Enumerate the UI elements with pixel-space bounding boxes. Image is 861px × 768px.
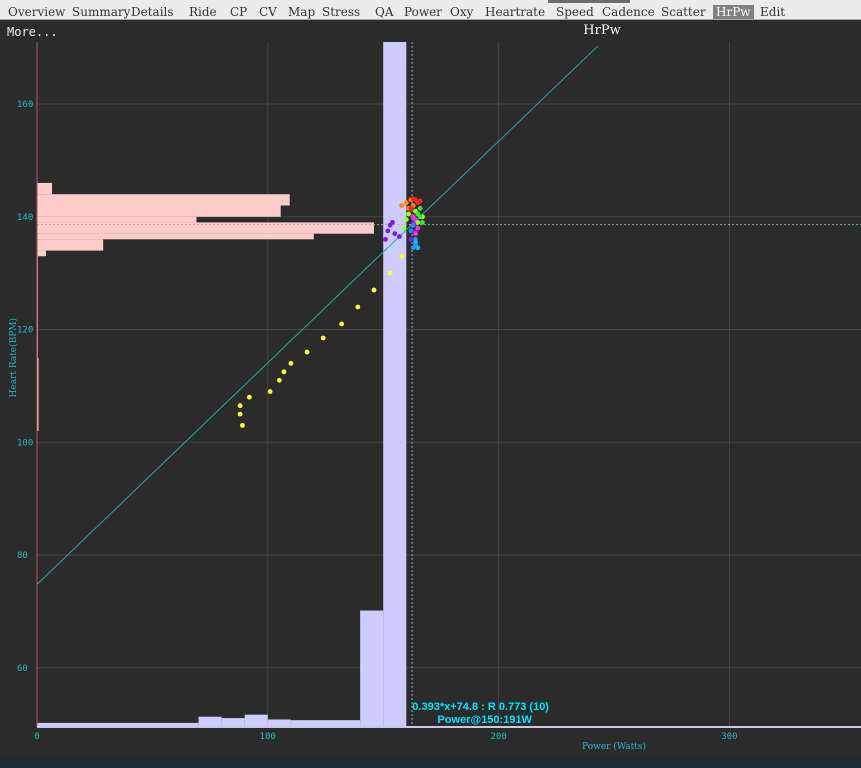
scatter-point: [396, 234, 402, 239]
scatter-point: [240, 422, 245, 428]
tab-power[interactable]: Power: [404, 5, 442, 19]
scatter-point: [399, 253, 405, 259]
power-histogram-bar: [267, 719, 291, 727]
scatter-point: [355, 304, 361, 310]
scatter-point: [276, 377, 282, 383]
scatter-point: [385, 228, 391, 234]
scatter-point: [237, 403, 243, 409]
scatter-point: [304, 349, 310, 355]
power-histogram-bar: [221, 718, 245, 727]
hr-histogram-bar: [37, 250, 47, 257]
tab-speed[interactable]: Speed: [556, 5, 594, 19]
scatter-point: [383, 236, 388, 242]
scatter-point: [413, 231, 418, 237]
scatter-point: [410, 214, 416, 220]
scatter-point: [406, 211, 412, 217]
x-tick-label: 0: [34, 732, 39, 742]
scatter-point: [417, 198, 423, 204]
hr-histogram-bar: [37, 205, 281, 217]
y-tick-label: 60: [17, 664, 28, 674]
tab-oxy[interactable]: Oxy: [450, 5, 473, 19]
power-annotation: Power@150:191W: [437, 714, 532, 726]
power-histogram-bar: [198, 716, 222, 727]
scatter-point: [390, 220, 395, 225]
scatter-point: [415, 225, 421, 231]
scatter-point: [408, 236, 414, 242]
x-tick-label: 100: [260, 732, 276, 742]
scatter-point: [399, 203, 405, 208]
plot-background: [0, 20, 861, 768]
scatter-point: [410, 222, 416, 228]
scatter-point: [246, 394, 252, 400]
scatter-point: [387, 270, 393, 276]
tab-details[interactable]: Details: [131, 5, 174, 19]
tab-qa[interactable]: QA: [375, 5, 394, 19]
tab-overview[interactable]: Overview: [8, 5, 65, 19]
scatter-point: [392, 231, 398, 237]
scatter-point: [417, 205, 423, 211]
y-tick-label: 160: [17, 100, 33, 110]
scatter-point: [371, 287, 377, 293]
tab-bar-accent: [548, 0, 630, 3]
scatter-point: [401, 225, 407, 231]
scatter-point: [320, 335, 326, 341]
scatter-point: [415, 245, 421, 251]
tab-cp[interactable]: CP: [230, 5, 247, 19]
y-tick-label: 80: [17, 551, 28, 561]
y-tick-label: 120: [17, 326, 33, 336]
tab-heartrate[interactable]: Heartrate: [485, 5, 545, 19]
hr-histogram-bar: [37, 216, 197, 223]
tab-cadence[interactable]: Cadence: [602, 5, 655, 19]
x-axis-label: Power (Watts): [582, 741, 646, 752]
y-tick-label: 100: [17, 438, 33, 448]
scatter-point: [415, 220, 421, 225]
scatter-point: [410, 196, 416, 202]
scatter-point: [339, 321, 345, 327]
regression-label: 0.393*x+74.8 : R 0.773 (10): [412, 701, 549, 713]
x-tick-label: 200: [490, 732, 506, 742]
tab-cv[interactable]: CV: [259, 5, 277, 19]
y-axis-label: Heart Rate(BPM): [8, 318, 19, 398]
power-histogram-bar: [383, 42, 407, 727]
tab-scatter[interactable]: Scatter: [661, 5, 706, 19]
scatter-point: [415, 211, 421, 217]
tab-edit[interactable]: Edit: [760, 5, 785, 19]
hr-histogram-bar: [37, 194, 290, 206]
tab-summary[interactable]: Summary: [72, 5, 130, 19]
power-histogram-bar: [360, 610, 384, 727]
scatter-point: [267, 389, 273, 394]
scatter-point: [403, 200, 409, 206]
scatter-point: [403, 217, 409, 222]
more-menu-button[interactable]: More...: [7, 25, 58, 39]
tab-bar: Overview Summary Details Ride CP CV Map …: [0, 0, 861, 20]
x-tick-label: 300: [721, 732, 737, 742]
hr-histogram-bar: [37, 182, 53, 195]
tab-ride[interactable]: Ride: [189, 5, 217, 19]
taskbar-strip: [0, 758, 861, 768]
tab-map[interactable]: Map: [288, 5, 315, 19]
hrpw-chart: 60 80 100 120 140 160 0 100 200 300 Power (Watts) H…: [0, 20, 861, 768]
scatter-point: [237, 411, 243, 417]
scatter-point: [413, 239, 418, 245]
power-histogram-bar: [290, 720, 361, 727]
power-histogram-bar: [244, 714, 268, 727]
tab-hrpw[interactable]: HrPw: [713, 5, 754, 19]
hr-histogram-bar: [37, 239, 104, 251]
scatter-point: [408, 228, 414, 234]
scatter-point: [420, 220, 425, 225]
scatter-point: [281, 369, 287, 375]
scatter-point: [408, 205, 414, 211]
chart-title: HrPw: [583, 23, 621, 38]
tab-stress[interactable]: Stress: [322, 5, 360, 19]
hr-histogram-bar: [37, 222, 374, 234]
scatter-point: [288, 360, 294, 366]
hr-histogram-bar: [37, 233, 314, 240]
y-tick-label: 140: [17, 213, 33, 223]
